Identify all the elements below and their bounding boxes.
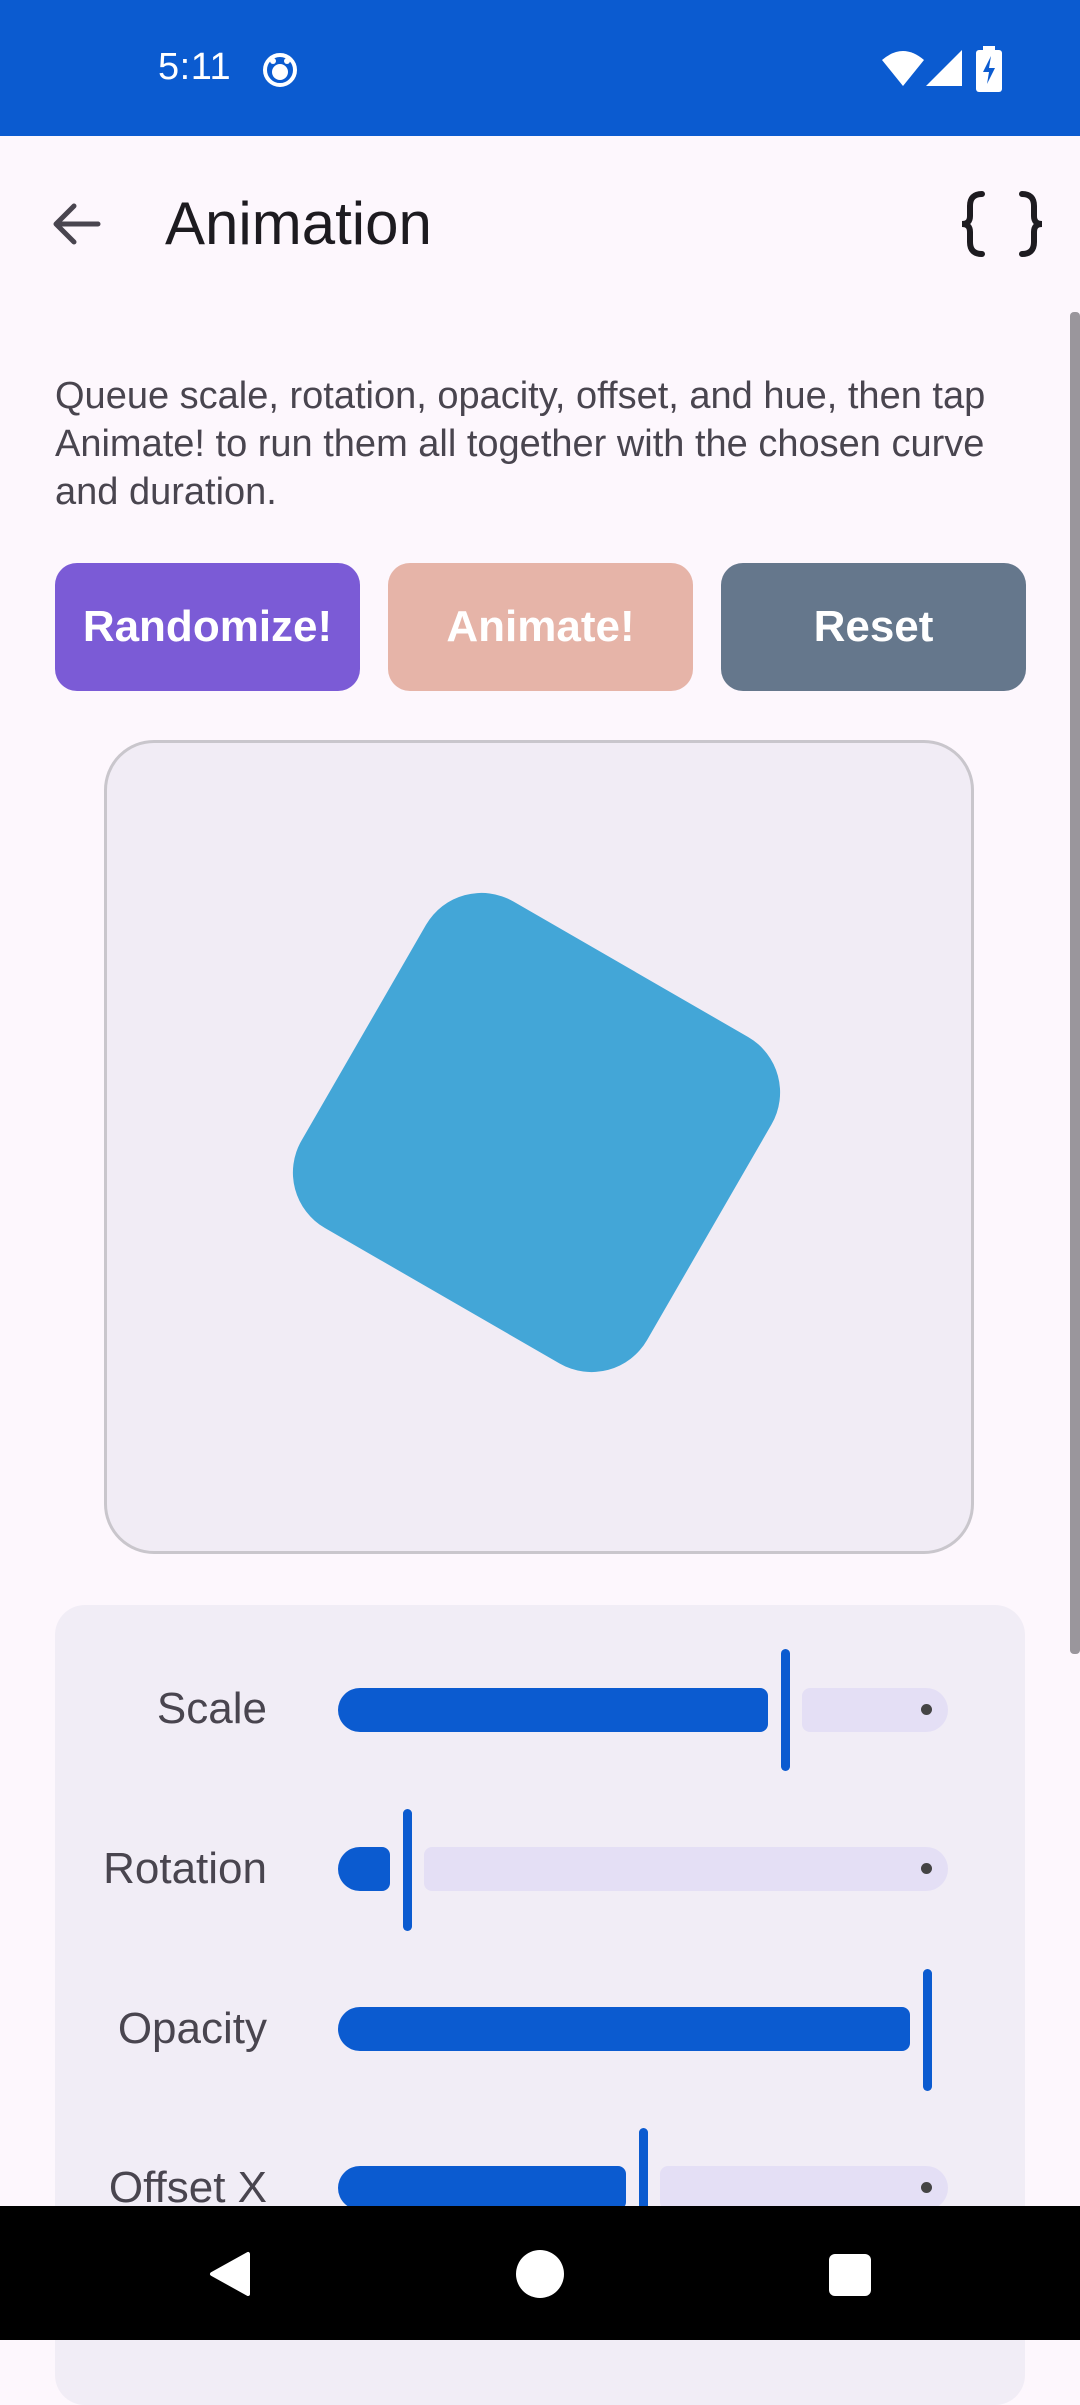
- rotation-stop-indicator: [921, 1863, 932, 1874]
- reset-button[interactable]: Reset: [721, 563, 1026, 691]
- nav-back-icon[interactable]: [206, 2250, 254, 2298]
- wifi-icon: [882, 51, 924, 86]
- system-navigation-bar: [0, 2206, 1080, 2340]
- code-braces-icon[interactable]: [956, 186, 1048, 262]
- rotation-track-active: [338, 1847, 390, 1891]
- opacity-label: Opacity: [117, 2004, 267, 2053]
- offset-x-stop-indicator: [921, 2182, 932, 2193]
- nav-home-icon[interactable]: [516, 2250, 564, 2298]
- battery-charging-icon: [976, 46, 1002, 92]
- opacity-slider-thumb[interactable]: [923, 1969, 932, 2091]
- nav-recents-icon[interactable]: [829, 2254, 871, 2296]
- signal-icon: [926, 50, 962, 86]
- randomize-button[interactable]: Randomize!: [55, 563, 360, 691]
- face-icon: [263, 53, 297, 87]
- top-app-bar: Animation: [0, 136, 1080, 316]
- opacity-track-active: [338, 2007, 910, 2051]
- scale-track-active: [338, 1688, 768, 1732]
- scale-label: Scale: [156, 1684, 267, 1733]
- rotation-track-inactive[interactable]: [424, 1847, 948, 1891]
- status-time: 5:11: [158, 46, 232, 88]
- scale-stop-indicator: [921, 1704, 932, 1715]
- page-title: Animation: [165, 190, 432, 257]
- status-bar: 5:11: [0, 0, 1080, 136]
- offset-x-track-inactive[interactable]: [660, 2166, 948, 2210]
- scrollbar[interactable]: [1070, 312, 1080, 1654]
- animate-button[interactable]: Animate!: [388, 563, 693, 691]
- back-arrow-icon[interactable]: [40, 186, 116, 262]
- scale-slider-thumb[interactable]: [781, 1649, 790, 1771]
- rotation-slider-thumb[interactable]: [403, 1809, 412, 1931]
- rotation-label: Rotation: [103, 1844, 267, 1893]
- description-text: Queue scale, rotation, opacity, offset, …: [55, 375, 986, 513]
- offset-x-track-active: [338, 2166, 626, 2210]
